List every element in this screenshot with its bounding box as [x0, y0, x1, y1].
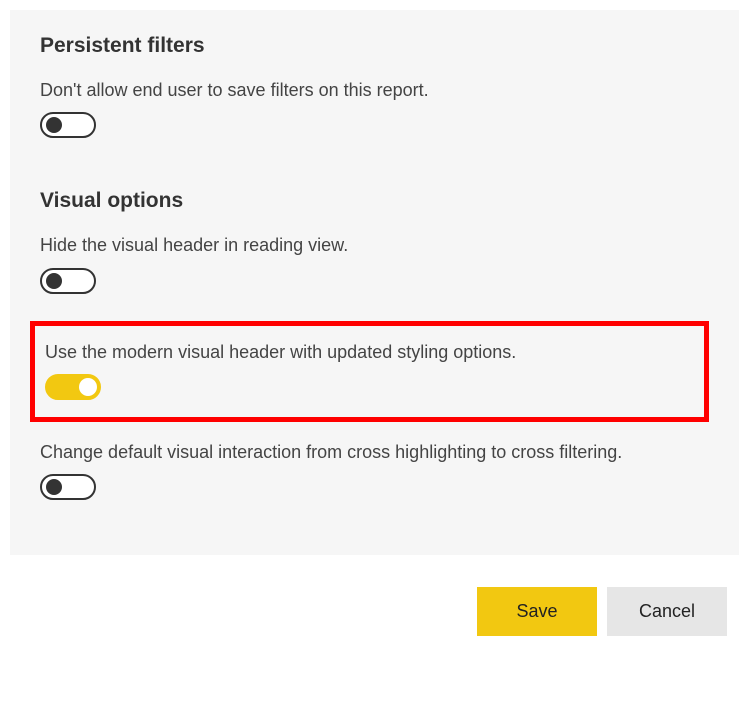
settings-panel: Persistent filters Don't allow end user …: [10, 10, 739, 555]
cancel-button[interactable]: Cancel: [607, 587, 727, 636]
setting-cross-filtering: Change default visual interaction from c…: [40, 440, 709, 525]
setting-label: Don't allow end user to save filters on …: [40, 78, 709, 102]
setting-label: Change default visual interaction from c…: [40, 440, 709, 464]
setting-label: Hide the visual header in reading view.: [40, 233, 709, 257]
persistent-filters-heading: Persistent filters: [40, 34, 709, 58]
setting-label: Use the modern visual header with update…: [45, 340, 694, 364]
setting-hide-visual-header: Hide the visual header in reading view.: [40, 233, 709, 318]
highlighted-setting-box: Use the modern visual header with update…: [30, 321, 709, 422]
toggle-knob: [79, 378, 97, 396]
save-button[interactable]: Save: [477, 587, 597, 636]
setting-modern-visual-header: Use the modern visual header with update…: [45, 340, 694, 411]
toggle-knob: [46, 479, 62, 495]
toggle-modern-visual-header[interactable]: [45, 374, 101, 400]
visual-options-heading: Visual options: [40, 189, 709, 213]
toggle-hide-visual-header[interactable]: [40, 268, 96, 294]
toggle-disallow-save-filters[interactable]: [40, 112, 96, 138]
setting-disallow-save-filters: Don't allow end user to save filters on …: [40, 78, 709, 163]
toggle-knob: [46, 117, 62, 133]
button-row: Save Cancel: [0, 565, 749, 636]
toggle-cross-filtering[interactable]: [40, 474, 96, 500]
toggle-knob: [46, 273, 62, 289]
